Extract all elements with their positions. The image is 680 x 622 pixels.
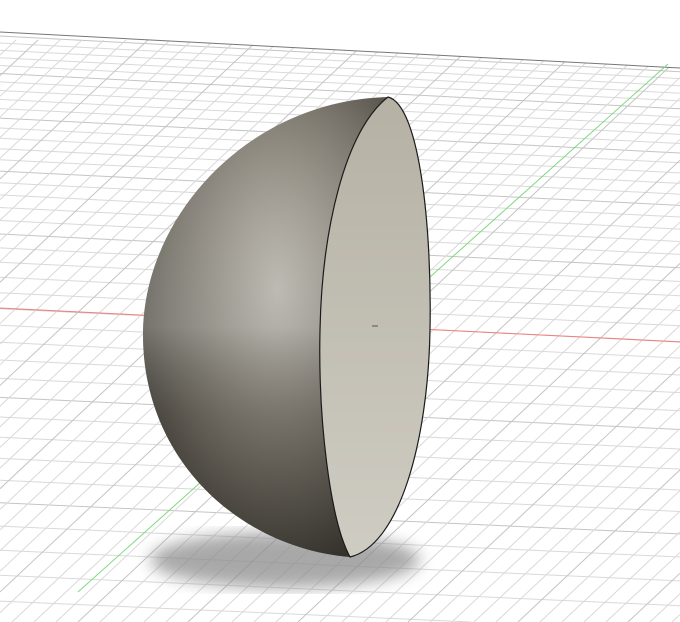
grid-line xyxy=(671,614,680,622)
grid-line xyxy=(385,345,680,622)
grid-line xyxy=(605,552,680,622)
grid-line xyxy=(0,49,680,87)
grid-line xyxy=(517,469,680,622)
grid-line xyxy=(0,39,17,56)
grid-line xyxy=(0,39,83,118)
grid-line xyxy=(473,428,680,622)
3d-viewport[interactable] xyxy=(0,0,680,622)
grid-line xyxy=(0,39,215,242)
grid-line xyxy=(407,366,680,622)
grid-line xyxy=(649,593,680,622)
grid-line xyxy=(495,448,680,622)
scene xyxy=(0,31,680,622)
grid-line xyxy=(627,572,680,622)
grid-line xyxy=(0,42,680,80)
